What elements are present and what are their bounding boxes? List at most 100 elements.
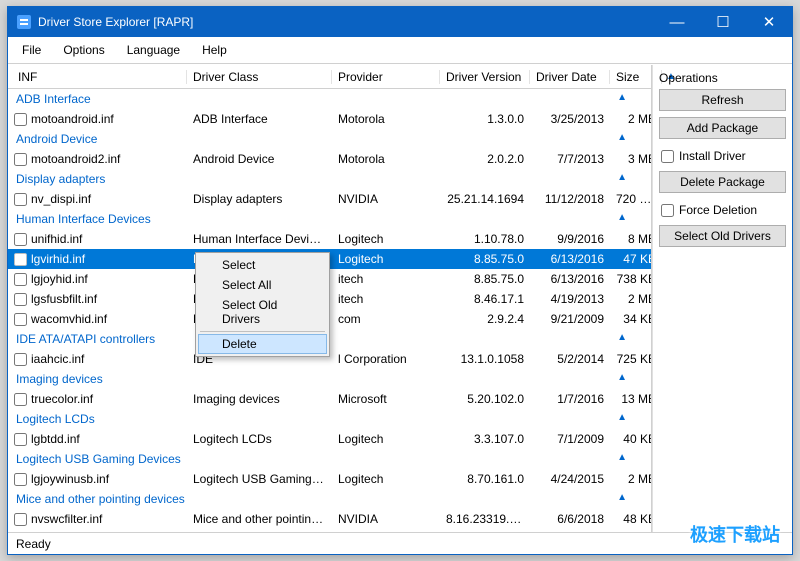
- date-cell: 7/7/2013: [530, 152, 610, 166]
- date-cell: 11/12/2018: [530, 192, 610, 206]
- titlebar[interactable]: Driver Store Explorer [RAPR] — ☐ ✕: [8, 7, 792, 37]
- provider-cell: Motorola: [332, 112, 440, 126]
- ctx-select-old[interactable]: Select Old Drivers: [198, 295, 327, 329]
- date-cell: 9/21/2009: [530, 312, 610, 326]
- group-header[interactable]: Android Device▲: [8, 129, 651, 149]
- date-cell: 6/6/2018: [530, 512, 610, 526]
- menu-language[interactable]: Language: [117, 40, 190, 60]
- group-header[interactable]: Logitech LCDs▲: [8, 409, 651, 429]
- ctx-select-all[interactable]: Select All: [198, 275, 327, 295]
- inf-cell: nvswcfilter.inf: [31, 512, 102, 526]
- column-header: INF Driver Class Provider Driver Version…: [8, 65, 651, 89]
- group-header[interactable]: Logitech USB Gaming Devices ▲: [8, 449, 651, 469]
- table-row[interactable]: motoandroid2.infAndroid DeviceMotorola2.…: [8, 149, 651, 169]
- app-icon: [16, 14, 32, 30]
- version-cell: 8.46.17.1: [440, 292, 530, 306]
- row-checkbox[interactable]: [14, 353, 27, 366]
- group-label: Logitech LCDs: [14, 412, 95, 426]
- group-header[interactable]: ADB Interface▲: [8, 89, 651, 109]
- col-version[interactable]: Driver Version: [440, 70, 530, 84]
- group-header[interactable]: Display adapters▲: [8, 169, 651, 189]
- row-checkbox[interactable]: [14, 473, 27, 486]
- install-driver-checkbox[interactable]: Install Driver: [661, 147, 786, 165]
- version-cell: 2.0.2.0: [440, 152, 530, 166]
- operations-heading: Operations: [659, 71, 786, 85]
- delete-package-button[interactable]: Delete Package: [659, 171, 786, 193]
- row-checkbox[interactable]: [14, 313, 27, 326]
- class-cell: Mice and other pointing devices: [187, 512, 332, 526]
- table-row[interactable]: nv_dispi.infDisplay adaptersNVIDIA25.21.…: [8, 189, 651, 209]
- add-package-button[interactable]: Add Package: [659, 117, 786, 139]
- size-cell: 8 MB: [610, 232, 651, 246]
- install-driver-label: Install Driver: [679, 149, 746, 163]
- maximize-button[interactable]: ☐: [700, 7, 746, 37]
- group-header[interactable]: Imaging devices▲: [8, 369, 651, 389]
- col-class[interactable]: Driver Class: [187, 70, 332, 84]
- provider-cell: Logitech: [332, 472, 440, 486]
- menu-help[interactable]: Help: [192, 40, 237, 60]
- date-cell: 6/13/2016: [530, 272, 610, 286]
- app-window: Driver Store Explorer [RAPR] — ☐ ✕ File …: [7, 6, 793, 555]
- date-cell: 1/7/2016: [530, 392, 610, 406]
- table-row[interactable]: truecolor.infImaging devicesMicrosoft5.2…: [8, 389, 651, 409]
- chevron-up-icon: ▲: [617, 452, 627, 463]
- group-label: Android Device: [14, 132, 97, 146]
- select-old-drivers-button[interactable]: Select Old Drivers: [659, 225, 786, 247]
- force-deletion-checkbox[interactable]: Force Deletion: [661, 201, 786, 219]
- table-row[interactable]: lgbtdd.infLogitech LCDsLogitech3.3.107.0…: [8, 429, 651, 449]
- chevron-up-icon: ▲: [617, 372, 627, 383]
- row-checkbox[interactable]: [14, 193, 27, 206]
- table-row[interactable]: lgsfmouhid.infMice and other pointing de…: [8, 529, 651, 532]
- provider-cell: Logitech: [332, 232, 440, 246]
- group-label: Mice and other pointing devices: [14, 492, 185, 506]
- row-checkbox[interactable]: [14, 513, 27, 526]
- group-label: Logitech USB Gaming Devices: [14, 452, 181, 466]
- force-deletion-box[interactable]: [661, 204, 674, 217]
- table-row[interactable]: motoandroid.infADB InterfaceMotorola1.3.…: [8, 109, 651, 129]
- ctx-select[interactable]: Select: [198, 255, 327, 275]
- provider-cell: Motorola: [332, 152, 440, 166]
- group-header[interactable]: Mice and other pointing devices▲: [8, 489, 651, 509]
- version-cell: 2.9.2.4: [440, 312, 530, 326]
- refresh-button[interactable]: Refresh: [659, 89, 786, 111]
- row-checkbox[interactable]: [14, 273, 27, 286]
- version-cell: 3.3.107.0: [440, 432, 530, 446]
- col-date[interactable]: Driver Date: [530, 70, 610, 84]
- minimize-button[interactable]: —: [654, 7, 700, 37]
- col-provider[interactable]: Provider: [332, 70, 440, 84]
- table-row[interactable]: unifhid.infHuman Interface DevicesLogite…: [8, 229, 651, 249]
- class-cell: Android Device: [187, 152, 332, 166]
- inf-cell: wacomvhid.inf: [31, 312, 107, 326]
- class-cell: ADB Interface: [187, 112, 332, 126]
- date-cell: 4/19/2013: [530, 292, 610, 306]
- table-row[interactable]: nvswcfilter.inf Mice and other pointing d…: [8, 509, 651, 529]
- row-checkbox[interactable]: [14, 293, 27, 306]
- row-checkbox[interactable]: [14, 253, 27, 266]
- chevron-up-icon: ▲: [617, 172, 627, 183]
- row-checkbox[interactable]: [14, 393, 27, 406]
- row-checkbox[interactable]: [14, 113, 27, 126]
- menu-options[interactable]: Options: [53, 40, 114, 60]
- context-menu: Select Select All Select Old Drivers Del…: [195, 252, 330, 357]
- group-label: IDE ATA/ATAPI controllers: [14, 332, 155, 346]
- install-driver-box[interactable]: [661, 150, 674, 163]
- chevron-up-icon: ▲: [617, 92, 627, 103]
- date-cell: 3/25/2013: [530, 112, 610, 126]
- row-checkbox[interactable]: [14, 153, 27, 166]
- row-checkbox[interactable]: [14, 233, 27, 246]
- row-checkbox[interactable]: [14, 433, 27, 446]
- version-cell: 5.20.102.0: [440, 392, 530, 406]
- inf-cell: truecolor.inf: [31, 392, 93, 406]
- size-cell: 13 MB: [610, 392, 651, 406]
- close-button[interactable]: ✕: [746, 7, 792, 37]
- group-header[interactable]: Human Interface Devices▲: [8, 209, 651, 229]
- col-inf[interactable]: INF: [12, 70, 187, 84]
- statusbar: Ready: [8, 532, 792, 554]
- ctx-delete[interactable]: Delete: [198, 334, 327, 354]
- menu-file[interactable]: File: [12, 40, 51, 60]
- class-cell: Display adapters: [187, 192, 332, 206]
- provider-cell: NVIDIA: [332, 192, 440, 206]
- date-cell: 9/9/2016: [530, 232, 610, 246]
- table-row[interactable]: lgjoywinusb.infLogitech USB Gaming Devic…: [8, 469, 651, 489]
- provider-cell: Microsoft: [332, 392, 440, 406]
